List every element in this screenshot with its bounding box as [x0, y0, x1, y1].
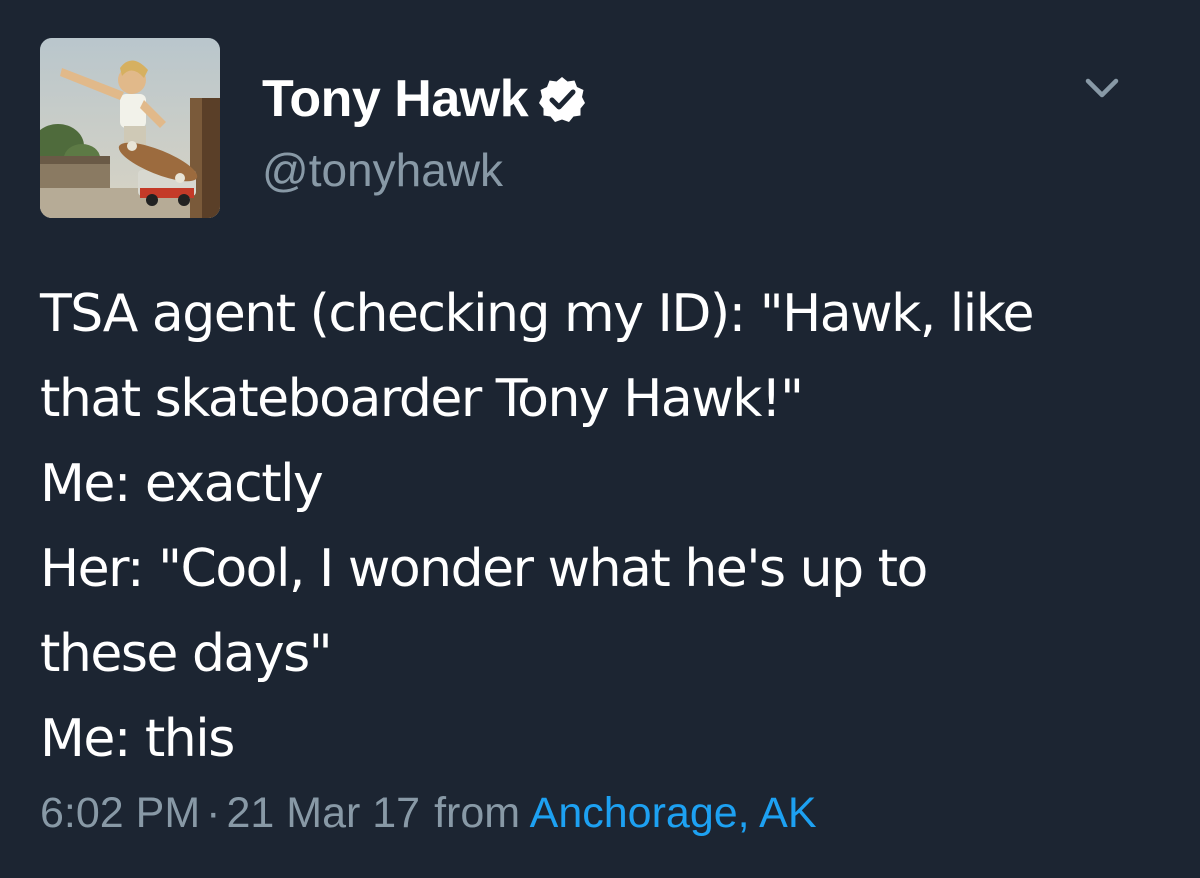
avatar-photo: [40, 38, 220, 218]
tweet-text-line: Her: "Cool, I wonder what he's up to: [40, 539, 928, 599]
tweet-card: Tony Hawk @tonyhawk TSA agent (checking …: [0, 0, 1200, 878]
tweet-text: TSA agent (checking my ID): "Hawk, like …: [40, 272, 1170, 782]
location-link[interactable]: Anchorage, AK: [530, 789, 817, 837]
verified-badge-icon: [538, 75, 586, 123]
meta-separator: ·: [206, 789, 221, 837]
avatar[interactable]: [40, 38, 220, 218]
tweet-text-line: Me: exactly: [40, 454, 324, 514]
author-handle[interactable]: @tonyhawk: [262, 140, 503, 200]
tweet-text-line: TSA agent (checking my ID): "Hawk, like: [40, 284, 1034, 344]
tweet-text-line: Me: this: [40, 709, 235, 769]
tweet-text-line: these days": [40, 624, 333, 684]
tweet-date[interactable]: 21 Mar 17: [226, 789, 420, 837]
tweet-meta: 6:02 PM · 21 Mar 17 from Anchorage, AK: [40, 785, 817, 841]
tweet-text-line: that skateboarder Tony Hawk!": [40, 369, 804, 429]
tweet-time[interactable]: 6:02 PM: [40, 789, 200, 837]
display-name[interactable]: Tony Hawk: [262, 64, 529, 134]
chevron-down-icon[interactable]: [1082, 72, 1122, 106]
from-label: from: [434, 789, 521, 837]
author-name-row[interactable]: Tony Hawk: [262, 64, 586, 134]
